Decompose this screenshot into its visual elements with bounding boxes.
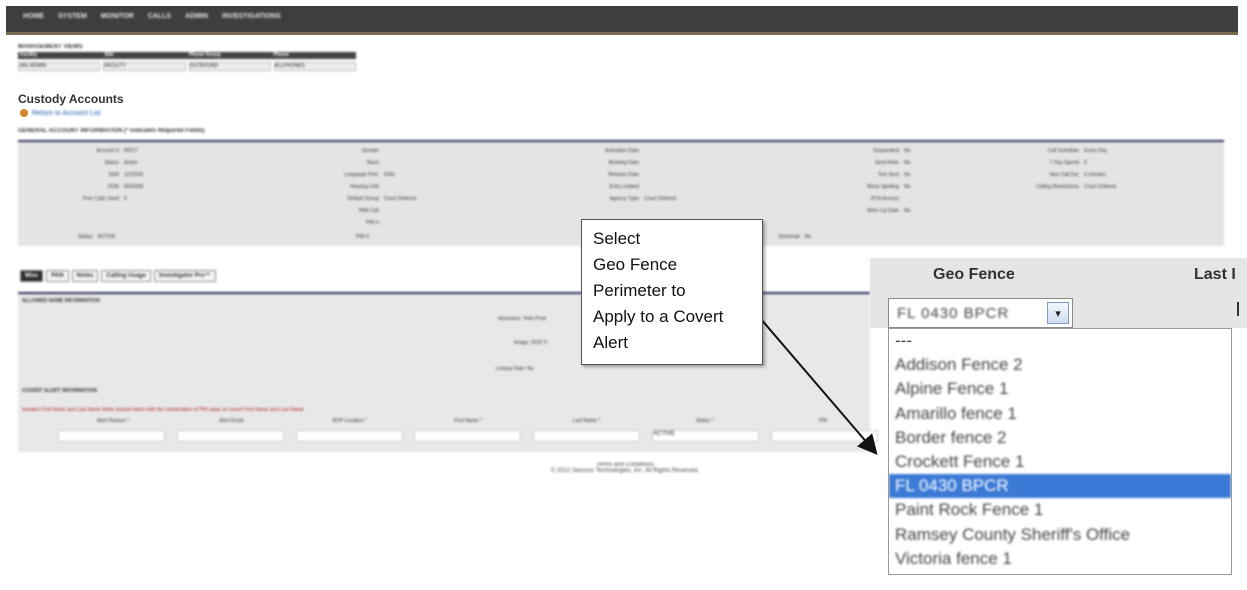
callout-line: Geo Fence [593, 255, 678, 274]
chevron-down-icon[interactable]: ▾ [1047, 302, 1069, 324]
geofence-option[interactable]: --- [889, 329, 1231, 353]
callout-line: Alert [593, 333, 628, 352]
geofence-options-list: --- Addison Fence 2 Alpine Fence 1 Amari… [888, 328, 1232, 575]
callout-line: Select [593, 229, 641, 248]
geofence-option-selected[interactable]: FL 0430 BPCR [889, 474, 1231, 499]
geofence-select[interactable]: FL 0430 BPCR ▾ [888, 298, 1073, 328]
geofence-option[interactable]: Victoria fence 1 [889, 547, 1231, 571]
geofence-option[interactable]: Addison Fence 2 [889, 353, 1231, 377]
column-divider [1237, 302, 1239, 316]
geofence-option[interactable]: Alpine Fence 1 [889, 377, 1231, 401]
geofence-option[interactable]: Crockett Fence 1 [889, 450, 1231, 474]
geofence-label: Geo Fence [933, 266, 1015, 283]
callout-line: Perimeter to [593, 281, 686, 300]
geofence-option[interactable]: Amarillo fence 1 [889, 402, 1231, 426]
last-column-label: Last I [1194, 266, 1236, 283]
geofence-option[interactable]: Paint Rock Fence 1 [889, 498, 1231, 522]
geofence-selected-value: FL 0430 BPCR [897, 305, 1010, 322]
callout-line: Apply to a Covert [593, 307, 724, 326]
geofence-option[interactable]: Border fence 2 [889, 426, 1231, 450]
instruction-callout: Select Geo Fence Perimeter to Apply to a… [581, 219, 763, 365]
geofence-option[interactable]: Ramsey County Sheriff's Office [889, 523, 1231, 547]
